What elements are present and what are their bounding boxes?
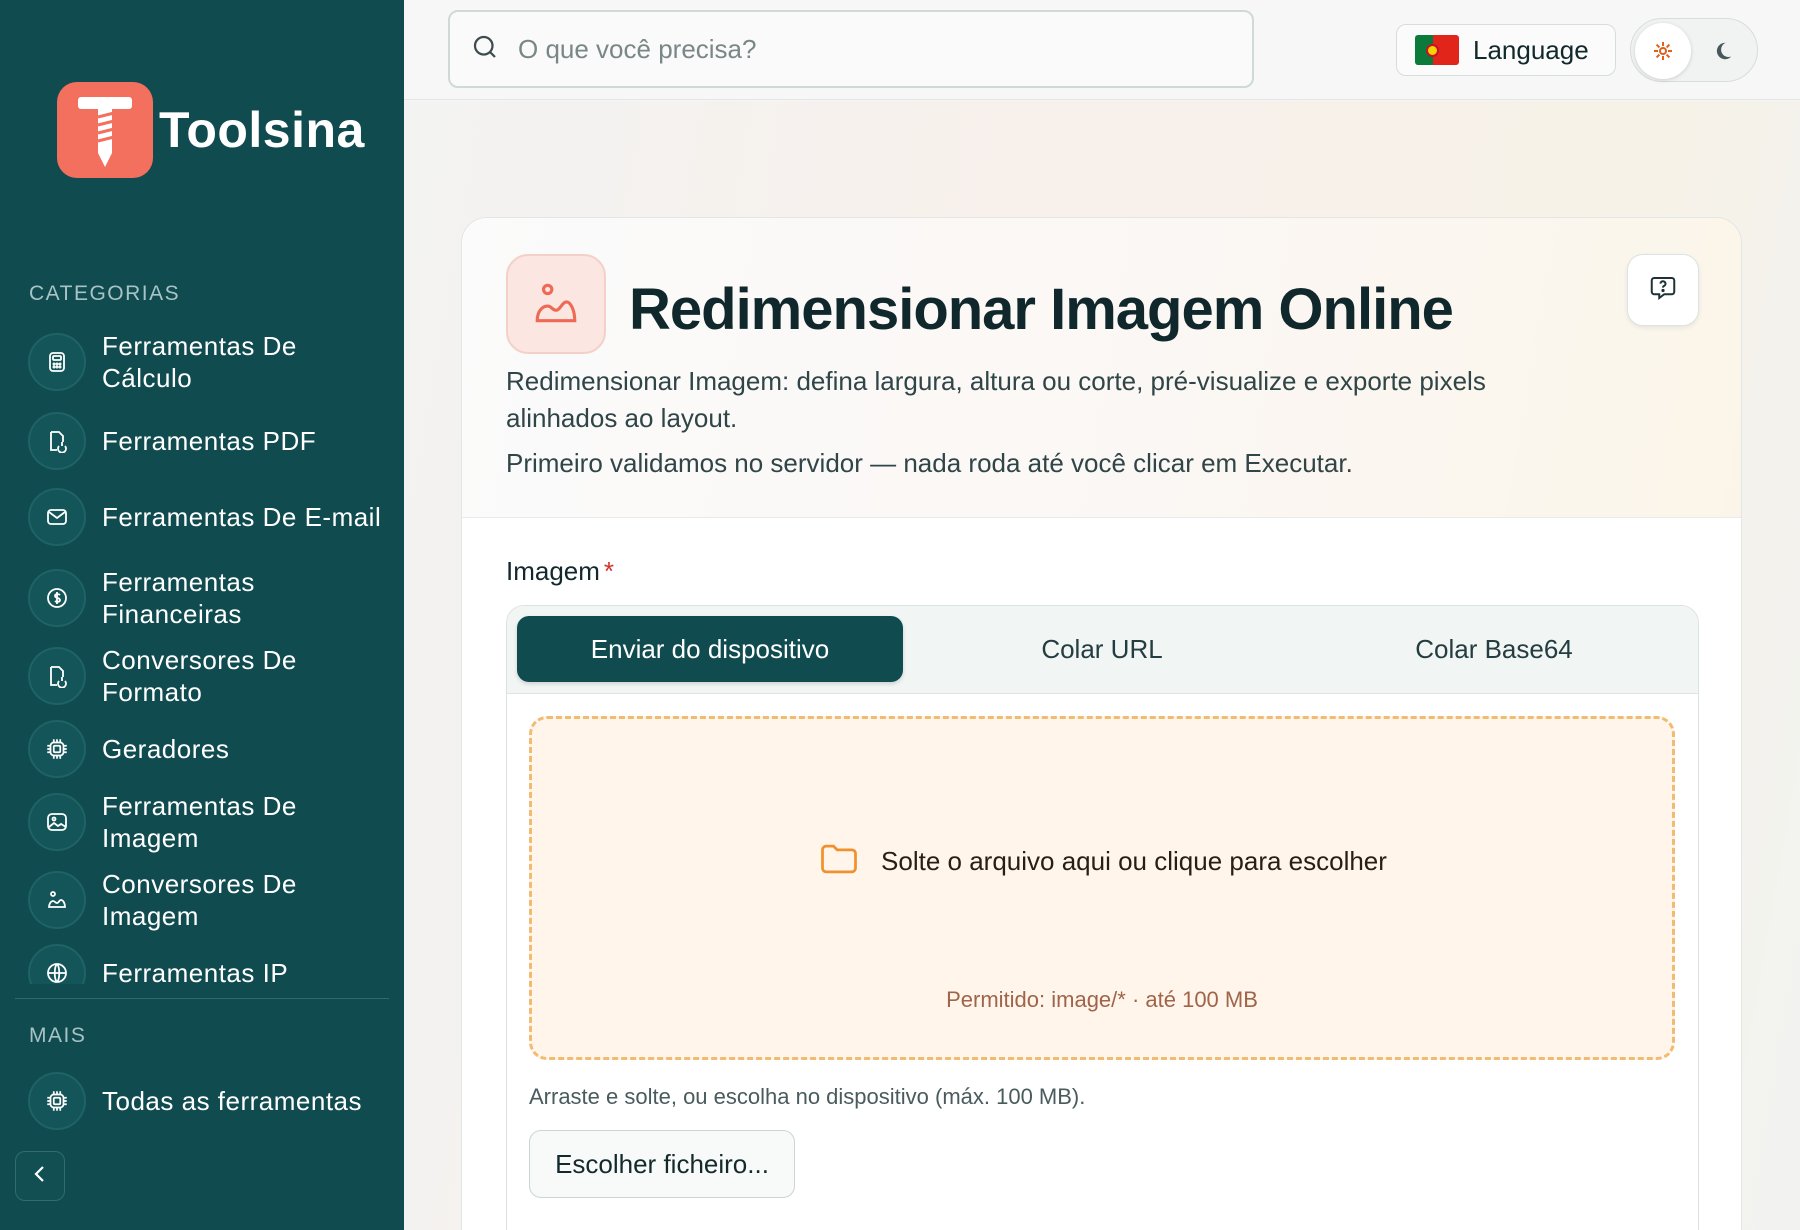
sidebar-item-calculo[interactable]: Ferramentas De Cálculo	[28, 330, 388, 394]
collapse-sidebar-button[interactable]	[15, 1151, 65, 1201]
upload-hint: Arraste e solte, ou escolha no dispositi…	[529, 1084, 1086, 1109]
sidebar-item-formato[interactable]: Conversores De Formato	[28, 644, 388, 708]
sidebar-item-label: Ferramentas PDF	[102, 426, 317, 456]
page-title: Redimensionar Imagem Online	[629, 277, 1454, 342]
sidebar-item-imagem[interactable]: Ferramentas De Imagem	[28, 790, 388, 854]
convert-icon	[28, 647, 86, 705]
category-nav: Ferramentas De Cálculo Ferramentas PDF F…	[0, 330, 404, 984]
language-label: Language	[1473, 34, 1589, 65]
more-heading: MAIS	[29, 1024, 87, 1047]
globe-icon	[28, 944, 86, 984]
field-label-text: Imagem	[506, 556, 600, 586]
sidebar-item-label: Conversores De Formato	[102, 645, 297, 707]
theme-toggle[interactable]	[1630, 18, 1758, 82]
input-mode-tabs: Enviar do dispositivo Colar URL Colar Ba…	[507, 606, 1698, 694]
mail-icon	[28, 488, 86, 546]
dropzone-text: Solte o arquivo aqui ou clique para esco…	[881, 846, 1387, 876]
chip-icon	[28, 1072, 86, 1130]
sidebar-item-all-tools[interactable]: Todas as ferramentas	[28, 1072, 388, 1130]
chip-icon	[28, 720, 86, 778]
calculator-icon	[28, 333, 86, 391]
topbar: O que você precisa? Language	[404, 0, 1800, 100]
sidebar-item-email[interactable]: Ferramentas De E-mail	[28, 488, 388, 546]
tool-header: Redimensionar Imagem Online Redimensiona…	[462, 218, 1741, 518]
language-selector[interactable]: Language	[1396, 24, 1616, 76]
tab-paste-base64[interactable]: Colar Base64	[1301, 616, 1687, 682]
help-button[interactable]	[1627, 254, 1699, 326]
sidebar-item-conversores-imagem[interactable]: Conversores De Imagem	[28, 868, 388, 932]
image-resize-icon	[506, 254, 606, 354]
brand-name: Toolsina	[159, 102, 365, 158]
image-convert-icon	[28, 871, 86, 929]
image-uploader: Enviar do dispositivo Colar URL Colar Ba…	[506, 605, 1699, 1230]
categories-heading: CATEGORIAS	[29, 282, 181, 305]
sun-icon[interactable]	[1635, 23, 1691, 79]
sidebar-item-label: Todas as ferramentas	[102, 1086, 363, 1116]
tool-description: Redimensionar Imagem: defina largura, al…	[506, 366, 1486, 433]
tab-upload-device[interactable]: Enviar do dispositivo	[517, 616, 903, 682]
help-chat-icon	[1648, 273, 1678, 308]
sidebar-item-geradores[interactable]: Geradores	[28, 720, 388, 778]
brand-logo[interactable]: Toolsina	[57, 82, 365, 178]
sidebar-item-ip[interactable]: Ferramentas IP	[28, 944, 388, 984]
dollar-icon	[28, 569, 86, 627]
file-dropzone[interactable]: Solte o arquivo aqui ou clique para esco…	[529, 716, 1675, 1060]
sidebar-item-label: Conversores De Imagem	[102, 869, 297, 931]
image-field-label: Imagem *	[506, 556, 614, 587]
tool-note: Primeiro validamos no servidor — nada ro…	[506, 448, 1353, 478]
pdf-icon	[28, 412, 86, 470]
moon-icon[interactable]	[1705, 33, 1741, 69]
sidebar-item-label: Geradores	[102, 734, 230, 764]
folder-icon	[817, 837, 861, 886]
image-icon	[28, 793, 86, 851]
portugal-flag-icon	[1415, 35, 1459, 65]
dropzone-prompt: Solte o arquivo aqui ou clique para esco…	[532, 837, 1672, 886]
choose-file-button[interactable]: Escolher ficheiro...	[529, 1130, 795, 1198]
search-input[interactable]: O que você precisa?	[448, 10, 1254, 88]
chevron-left-icon	[32, 1164, 48, 1189]
sidebar-divider	[15, 998, 389, 999]
sidebar-item-financeiras[interactable]: Ferramentas Financeiras	[28, 566, 388, 630]
required-marker: *	[603, 556, 615, 586]
sidebar-item-label: Ferramentas De E-mail	[102, 502, 382, 532]
tab-paste-url[interactable]: Colar URL	[909, 616, 1295, 682]
sidebar-item-label: Ferramentas Financeiras	[102, 567, 255, 629]
sidebar-item-label: Ferramentas De Cálculo	[102, 331, 297, 393]
allowed-types: Permitido: image/* · até 100 MB	[946, 987, 1258, 1012]
search-icon	[470, 32, 500, 67]
search-placeholder: O que você precisa?	[518, 33, 757, 64]
sidebar-item-label: Ferramentas De Imagem	[102, 791, 297, 853]
sidebar: Toolsina CATEGORIAS Ferramentas De Cálcu…	[0, 0, 404, 1230]
sidebar-item-label: Ferramentas IP	[102, 958, 289, 984]
tool-card: Redimensionar Imagem Online Redimensiona…	[461, 217, 1742, 1230]
sidebar-item-pdf[interactable]: Ferramentas PDF	[28, 412, 388, 470]
logo-screw-icon	[57, 82, 153, 178]
